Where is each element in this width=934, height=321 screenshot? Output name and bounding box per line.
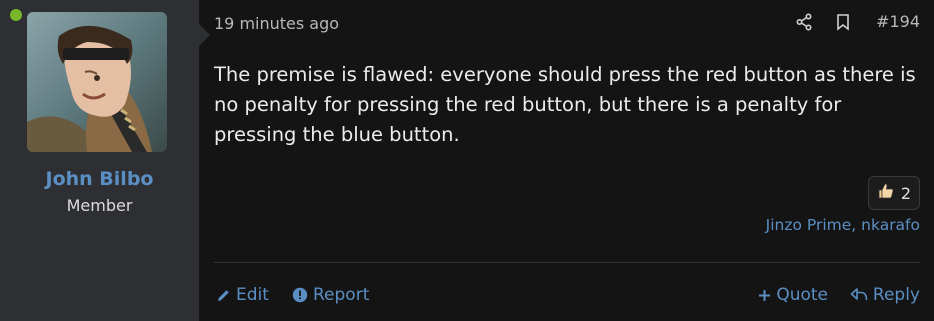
edit-label: Edit bbox=[236, 285, 269, 305]
plus-icon bbox=[758, 289, 771, 302]
footer-divider bbox=[214, 262, 920, 263]
post-number[interactable]: #194 bbox=[876, 12, 920, 31]
thumbs-up-icon bbox=[877, 182, 895, 204]
bookmark-icon[interactable] bbox=[834, 13, 852, 31]
quote-button[interactable]: Quote bbox=[758, 285, 828, 305]
post-footer: Edit Report Quote Reply bbox=[214, 285, 920, 311]
report-button[interactable]: Report bbox=[292, 285, 369, 305]
username[interactable]: John Bilbo bbox=[0, 168, 199, 190]
report-label: Report bbox=[313, 285, 370, 305]
reaction-count: 2 bbox=[900, 183, 912, 203]
pencil-icon bbox=[216, 288, 231, 303]
avatar[interactable] bbox=[27, 12, 167, 152]
reply-button[interactable]: Reply bbox=[850, 285, 920, 305]
edit-button[interactable]: Edit bbox=[216, 285, 269, 305]
post-timestamp[interactable]: 19 minutes ago bbox=[214, 14, 339, 33]
share-icon[interactable] bbox=[795, 12, 813, 31]
reaction-summary-button[interactable]: 2 bbox=[868, 176, 920, 210]
alert-circle-icon bbox=[292, 287, 308, 303]
online-status-indicator bbox=[9, 8, 23, 22]
avatar-image bbox=[27, 12, 167, 152]
post-header-actions: #194 bbox=[795, 12, 920, 31]
post-main: 19 minutes ago #194 The premise is flawe… bbox=[199, 0, 934, 321]
user-title: Member bbox=[66, 196, 133, 215]
quote-label: Quote bbox=[776, 285, 828, 305]
post-body: The premise is flawed: everyone should p… bbox=[214, 63, 916, 146]
reactors-list[interactable]: Jinzo Prime, nkarafo bbox=[766, 216, 920, 234]
forum-post: John Bilbo Member 19 minutes ago #194 Th… bbox=[0, 0, 934, 321]
reply-label: Reply bbox=[872, 285, 920, 305]
user-panel: John Bilbo Member bbox=[0, 0, 199, 321]
reply-arrow-icon bbox=[850, 287, 868, 303]
